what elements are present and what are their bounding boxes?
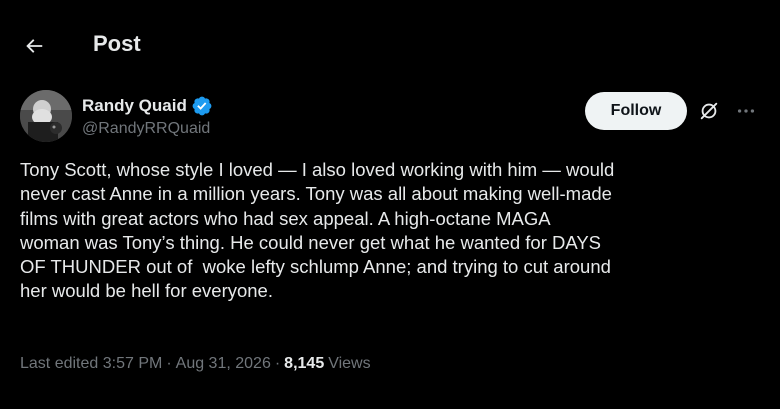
verified-badge-icon[interactable] bbox=[191, 95, 213, 117]
more-dots-icon bbox=[737, 109, 755, 113]
follow-button[interactable]: Follow bbox=[585, 92, 687, 130]
edited-time[interactable]: Last edited 3:57 PM bbox=[20, 355, 162, 373]
more-options-button[interactable] bbox=[733, 99, 759, 123]
back-button[interactable] bbox=[16, 28, 52, 64]
post-date[interactable]: Aug 31, 2026 bbox=[176, 355, 271, 373]
views-label: Views bbox=[328, 355, 371, 372]
tweet-text: Tony Scott, whose style I loved — I also… bbox=[20, 159, 615, 302]
arrow-left-icon bbox=[26, 39, 43, 53]
author-info: Randy Quaid @RandyRRQuaid bbox=[20, 90, 213, 142]
separator: · bbox=[274, 355, 281, 372]
grok-icon bbox=[700, 102, 718, 120]
tweet-meta: Last edited 3:57 PM · Aug 31, 2026 · 8,1… bbox=[20, 355, 371, 373]
views-count: 8,145 bbox=[284, 355, 325, 372]
grok-button[interactable] bbox=[697, 99, 721, 123]
display-name[interactable]: Randy Quaid bbox=[82, 96, 187, 116]
page-title: Post bbox=[93, 31, 141, 56]
post-header: Post bbox=[0, 0, 780, 90]
separator: · bbox=[166, 355, 172, 372]
avatar[interactable] bbox=[20, 90, 72, 142]
user-handle[interactable]: @RandyRRQuaid bbox=[82, 120, 213, 138]
